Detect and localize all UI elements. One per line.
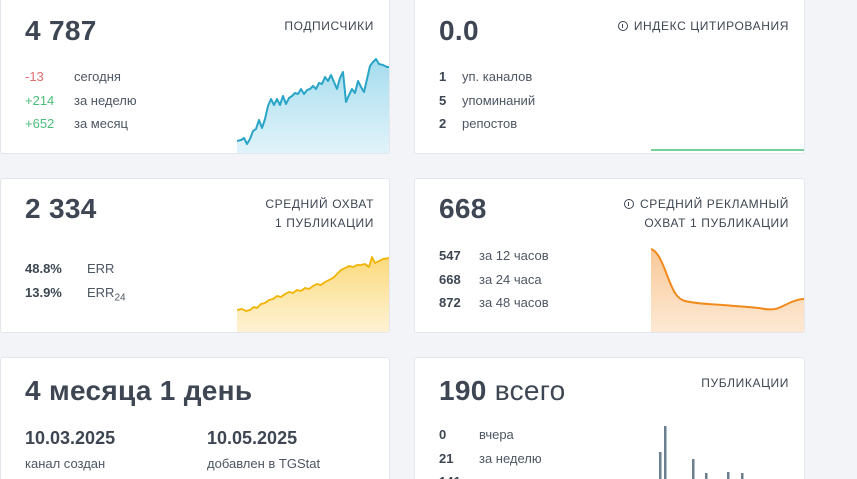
subscribers-card[interactable]: 4 787 ПОДПИСЧИКИ -13 сегодня +214 за нед…	[0, 0, 390, 154]
bar	[659, 452, 662, 479]
created-date: 10.03.2025	[25, 428, 116, 448]
reach-title: СРЕДНИЙ ОХВАТ 1 ПУБЛИКАЦИИ	[265, 195, 374, 233]
subscribers-title: ПОДПИСЧИКИ	[284, 19, 374, 33]
bar	[692, 459, 695, 479]
stat-label: за 24 часа	[479, 271, 542, 287]
stat-row-week: 21 за неделю	[439, 447, 542, 471]
stat-value: 872	[439, 295, 461, 310]
citation-index-value: 0.0	[439, 15, 479, 46]
citation-stats: 1 уп. каналов 5 упоминаний 2 репостов	[439, 65, 535, 136]
stat-value: +652	[25, 116, 55, 131]
sparkline-area	[237, 59, 389, 153]
stat-value: 0	[439, 427, 447, 442]
stat-label: уп. каналов	[462, 69, 533, 84]
stat-row-today: -13 сегодня	[25, 65, 137, 89]
subscribers-sparkline[interactable]	[237, 49, 389, 153]
bar	[705, 473, 708, 479]
created-label: канал создан	[25, 456, 106, 471]
stat-row-12h: 547 за 12 часов	[439, 244, 549, 268]
publications-suffix: всего	[494, 375, 566, 406]
stat-value: 21	[439, 450, 454, 466]
citation-card[interactable]: 0.0 ИНДЕКС ЦИТИРОВАНИЯ 1 уп. каналов 5 у…	[414, 0, 805, 154]
stat-label: упоминаний	[462, 92, 536, 108]
reach-card[interactable]: 2 334 СРЕДНИЙ ОХВАТ 1 ПУБЛИКАЦИИ 48.8% E…	[0, 178, 390, 333]
stat-value: +214	[25, 92, 55, 108]
reach-sparkline[interactable]	[237, 252, 389, 332]
stat-value: 547	[439, 248, 461, 263]
ad-reach-stats: 547 за 12 часов 668 за 24 часа 872 за 48…	[439, 244, 549, 315]
stat-row-err24: 13.9% ERR24	[25, 281, 126, 310]
ad-reach-title-line2: ОХВАТ 1 ПУБЛИКАЦИИ	[644, 216, 789, 230]
ad-reach-title-line1: СРЕДНИЙ РЕКЛАМНЫЙ	[639, 197, 789, 211]
stat-label: вчера	[479, 427, 514, 442]
stat-row-reposts: 2 репостов	[439, 112, 535, 136]
ad-reach-value: 668	[439, 193, 487, 224]
stat-value: 5	[439, 92, 447, 108]
stat-label: за 48 часов	[479, 295, 549, 310]
stat-row-month: +652 за месяц	[25, 112, 137, 136]
stat-row-48h: 872 за 48 часов	[439, 291, 549, 315]
ad-reach-sparkline[interactable]	[651, 247, 804, 332]
stat-row-24h: 668 за 24 часа	[439, 268, 549, 292]
stat-row-mentions: 5 упоминаний	[439, 89, 535, 113]
publications-card[interactable]: 190 всего ПУБЛИКАЦИИ 0 вчера 21 за недел…	[414, 357, 805, 479]
subscribers-stats: -13 сегодня +214 за неделю +652 за месяц	[25, 65, 137, 136]
stat-value: 668	[439, 271, 461, 287]
stat-row-channels: 1 уп. каналов	[439, 65, 535, 89]
stat-label: ERR	[87, 261, 115, 276]
info-icon[interactable]	[623, 199, 634, 209]
channel-age-card[interactable]: 4 месяца 1 день 10.03.2025 канал создан …	[0, 357, 390, 479]
stat-label: за неделю	[479, 450, 542, 466]
subscribers-count: 4 787	[25, 15, 97, 46]
added-label: добавлен в TGStat	[207, 456, 321, 471]
stat-row-week: +214 за неделю	[25, 89, 137, 113]
citation-sparkline[interactable]	[651, 147, 804, 153]
stat-value: 48.8%	[25, 261, 62, 276]
stat-label: за месяц	[74, 116, 128, 131]
ad-reach-title: СРЕДНИЙ РЕКЛАМНЫЙ ОХВАТ 1 ПУБЛИКАЦИИ	[623, 195, 789, 233]
bar	[664, 426, 667, 479]
stat-row-yesterday: 0 вчера	[439, 423, 542, 447]
stat-row-err: 48.8% ERR	[25, 257, 126, 281]
stat-row-month: 141	[439, 470, 542, 479]
citation-title: ИНДЕКС ЦИТИРОВАНИЯ	[617, 17, 789, 36]
bar	[727, 472, 730, 479]
reach-value: 2 334	[25, 193, 97, 224]
reach-stats: 48.8% ERR 13.9% ERR24	[25, 257, 126, 310]
stat-label: репостов	[462, 116, 518, 131]
publications-count: 190	[439, 375, 487, 406]
publications-stats: 0 вчера 21 за неделю 141	[439, 423, 542, 479]
citation-title-text: ИНДЕКС ЦИТИРОВАНИЯ	[633, 19, 789, 33]
stat-label: ERR24	[87, 284, 126, 304]
sparkline-area	[237, 257, 389, 332]
reach-title-line1: СРЕДНИЙ ОХВАТ	[265, 197, 374, 211]
stat-label: за 12 часов	[479, 248, 549, 263]
stat-label: сегодня	[74, 69, 121, 84]
stat-label: за неделю	[74, 92, 137, 108]
stat-value: 2	[439, 116, 447, 131]
ad-reach-card[interactable]: 668 СРЕДНИЙ РЕКЛАМНЫЙ ОХВАТ 1 ПУБЛИКАЦИИ…	[414, 178, 805, 333]
channel-age-value: 4 месяца 1 день	[25, 375, 253, 406]
stat-value: 13.9%	[25, 284, 62, 300]
stat-value: 1	[439, 69, 447, 84]
publications-bar-chart[interactable]	[651, 426, 804, 479]
publications-title: ПУБЛИКАЦИИ	[701, 376, 789, 390]
stat-value: -13	[25, 69, 44, 84]
info-icon[interactable]	[617, 21, 628, 31]
added-date: 10.05.2025	[207, 428, 298, 448]
reach-title-line2: 1 ПУБЛИКАЦИИ	[275, 216, 374, 230]
bar	[741, 473, 744, 479]
publications-value: 190 всего	[439, 375, 566, 407]
stat-value: 141	[439, 470, 479, 479]
